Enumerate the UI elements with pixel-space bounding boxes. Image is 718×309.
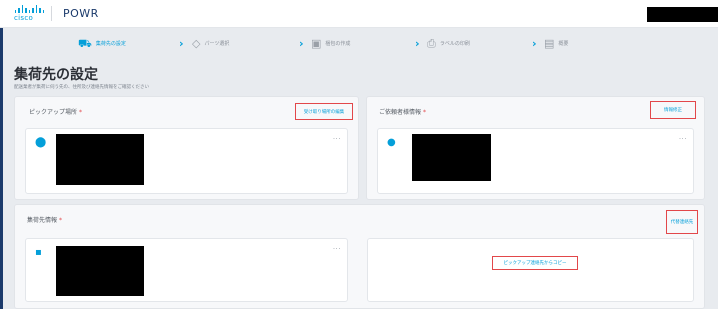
progress-stepper: ⛟ 集荷先の設定 › ◇ パーツ選択 › ▣ 梱包の作成 › ⎙ ラベルの印刷 … [0,28,718,60]
pickup-location-section: ピックアップ場所 * 受け取り場所の編集 ⬤ ··· [14,96,359,200]
app-logo[interactable]: POWR [63,7,99,20]
pickup-location-card: ⬤ ··· [25,128,348,194]
chevron-right-icon: › [299,37,304,50]
step-label: パーツ選択 [204,41,230,47]
left-edge-bar [0,28,3,309]
section-label: ピックアップ場所 * [29,109,83,116]
truck-icon: ⛟ [78,37,92,50]
redacted-address [56,134,144,185]
step-pickup-setup[interactable]: ⛟ 集荷先の設定 [78,38,126,49]
print-icon: ⎙ [427,37,436,50]
requester-info-section: ご依頼者様情報 * 情報修正 ● ··· [366,96,705,200]
location-pin-icon: ⬤ [35,137,47,148]
step-label: 集荷先の設定 [95,41,126,47]
edit-requester-info-link[interactable]: 情報修正 [650,101,696,119]
step-label: ラベルの印刷 [439,41,470,47]
user-menu-redacted[interactable] [647,7,718,22]
card-menu-button[interactable]: ··· [333,135,341,143]
section-label: 集荷先情報 * [27,217,63,224]
chevron-right-icon: › [179,37,184,50]
step-summary[interactable]: ▤ 概要 [544,38,568,49]
step-package-create[interactable]: ▣ 梱包の作成 [311,38,350,49]
page-subtitle: 配送業者が集荷に伺う先の、住所及び連絡先情報をご確認ください [14,85,149,90]
top-navigation-bar: cisco POWR [0,0,718,28]
logo-divider [51,6,52,21]
collection-contact-card: ▪ ··· [25,238,348,302]
redacted-requester [412,134,491,181]
document-icon: ▤ [544,37,555,50]
package-icon: ▣ [311,37,322,50]
page-title: 集荷先の設定 [14,67,98,83]
section-label: ご依頼者様情報 * [379,109,427,116]
collection-info-section: 集荷先情報 * 代替連絡先 ▪ ··· ピックアップ連絡先からコピー [14,204,705,309]
redacted-contact [56,246,144,296]
step-label: 梱包の作成 [325,41,351,47]
copy-from-pickup-contact-button[interactable]: ピックアップ連絡先からコピー [492,256,578,270]
cisco-logo: cisco [14,5,44,23]
copy-contact-card: ピックアップ連絡先からコピー [367,238,694,302]
step-parts-select[interactable]: ◇ パーツ選択 [192,38,229,49]
step-label: 概要 [558,41,569,47]
user-avatar-icon: ● [387,137,396,148]
card-menu-button[interactable]: ··· [679,135,687,143]
alternate-contact-link[interactable]: 代替連絡先 [666,210,698,234]
edit-pickup-location-link[interactable]: 受け取り場所の編集 [295,103,353,120]
box-icon: ◇ [192,37,201,50]
card-menu-button[interactable]: ··· [333,245,341,253]
chevron-right-icon: › [532,37,537,50]
step-label-print[interactable]: ⎙ ラベルの印刷 [427,38,470,49]
chevron-right-icon: › [415,37,420,50]
requester-info-card: ● ··· [377,128,694,194]
contact-card-icon: ▪ [35,247,42,258]
